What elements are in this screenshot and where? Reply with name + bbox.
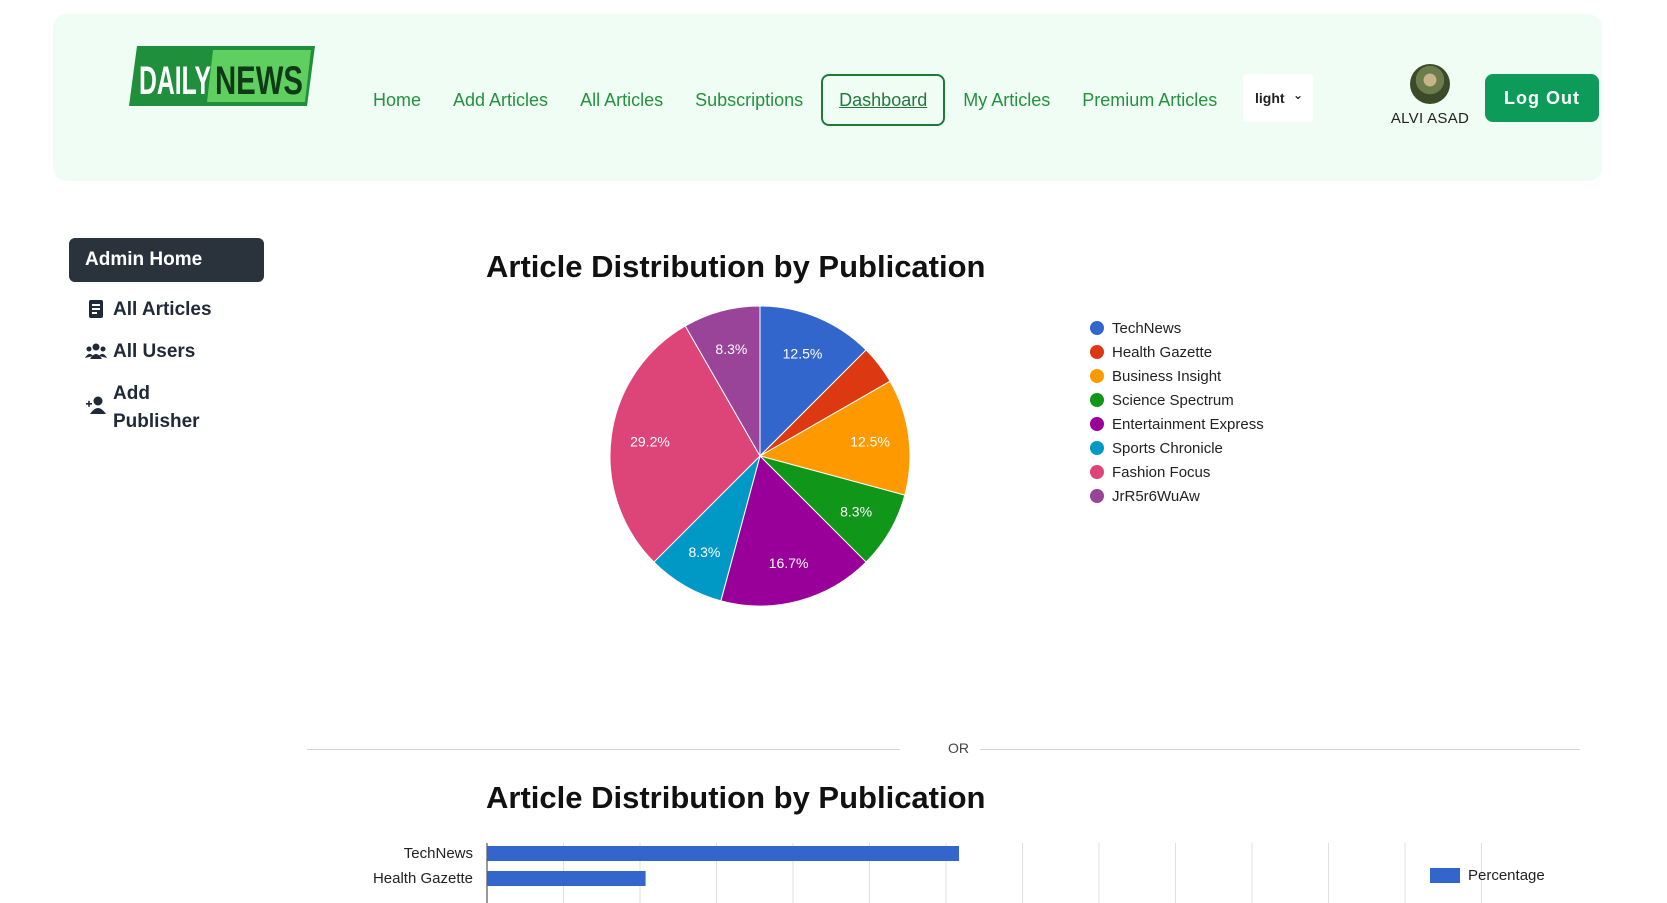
sidebar-item-add-publisher[interactable]: Add Publisher	[69, 380, 264, 436]
legend-item[interactable]: Business Insight	[1090, 364, 1264, 388]
bar-legend: Percentage	[1430, 867, 1545, 884]
user-profile[interactable]: ALVI ASAD	[1375, 64, 1485, 127]
sidebar-item-label: Add Publisher	[113, 383, 200, 432]
bar-legend-label: Percentage	[1468, 867, 1545, 884]
legend-label: Sports Chronicle	[1112, 439, 1223, 457]
nav-links: Home Add Articles All Articles Subscript…	[357, 74, 1233, 126]
logout-button[interactable]: Log Out	[1485, 74, 1599, 122]
legend-item[interactable]: Health Gazette	[1090, 340, 1264, 364]
divider-left	[307, 749, 900, 750]
avatar[interactable]	[1410, 64, 1450, 104]
pie-legend: TechNews Health Gazette Business Insight Sc…	[1090, 316, 1264, 508]
navbar: DAILY NEWS Home Add Articles All Article…	[53, 14, 1602, 181]
bar-category-label: Health Gazette	[373, 870, 473, 887]
legend-item[interactable]: Fashion Focus	[1090, 460, 1264, 484]
legend-label: Health Gazette	[1112, 343, 1213, 361]
sidebar-item-admin-home[interactable]: Admin Home	[69, 238, 264, 282]
nav-all-articles[interactable]: All Articles	[564, 76, 679, 124]
sidebar-item-label: All Articles	[113, 299, 212, 320]
legend-swatch	[1090, 417, 1104, 431]
pie-slice-label: 16.7%	[769, 555, 809, 571]
legend-label: Business Insight	[1112, 367, 1222, 385]
legend-item[interactable]: Sports Chronicle	[1090, 436, 1264, 460]
daily-news-logo[interactable]: DAILY NEWS	[129, 46, 315, 106]
sidebar-item-all-articles[interactable]: All Articles	[69, 296, 264, 324]
bar-category-label: TechNews	[404, 845, 473, 862]
legend-swatch	[1090, 393, 1104, 407]
sidebar-item-all-users[interactable]: All Users	[69, 338, 264, 366]
legend-label: Science Spectrum	[1112, 391, 1234, 409]
legend-item[interactable]: Entertainment Express	[1090, 412, 1264, 436]
bar-technews[interactable]	[487, 846, 959, 861]
pie-slice-label: 8.3%	[715, 341, 747, 357]
pie-slice-label: 8.3%	[840, 504, 872, 520]
bar-chart-title: Article Distribution by Publication	[486, 780, 986, 815]
nav-home[interactable]: Home	[357, 76, 437, 124]
legend-label: JrR5r6WuAw	[1112, 487, 1200, 505]
pie-slice-label: 8.3%	[688, 544, 720, 560]
legend-swatch	[1090, 321, 1104, 335]
nav-subscriptions[interactable]: Subscriptions	[679, 76, 819, 124]
legend-swatch	[1090, 345, 1104, 359]
svg-text:DAILY: DAILY	[139, 59, 211, 103]
theme-select-value: light	[1255, 90, 1285, 106]
pie-slice-label: 29.2%	[630, 433, 670, 449]
bar-chart: TechNews Health Gazette	[373, 843, 1482, 903]
pie-slice-label: 12.5%	[783, 345, 823, 361]
legend-item[interactable]: JrR5r6WuAw	[1090, 484, 1264, 508]
legend-label: TechNews	[1112, 319, 1182, 337]
legend-swatch	[1090, 441, 1104, 455]
legend-label: Fashion Focus	[1112, 463, 1211, 481]
legend-swatch	[1090, 489, 1104, 503]
nav-my-articles[interactable]: My Articles	[947, 76, 1066, 124]
divider-or: OR	[948, 740, 969, 756]
chevron-down-icon: ⌄	[1292, 88, 1303, 102]
users-icon	[85, 340, 107, 362]
add-user-icon	[85, 394, 107, 416]
pie-chart-title: Article Distribution by Publication	[486, 249, 986, 284]
nav-dashboard[interactable]: Dashboard	[821, 74, 946, 126]
theme-select[interactable]: light ⌄	[1243, 74, 1313, 122]
svg-text:NEWS: NEWS	[215, 59, 303, 103]
legend-swatch	[1090, 465, 1104, 479]
legend-item[interactable]: Science Spectrum	[1090, 388, 1264, 412]
divider-right	[980, 749, 1580, 750]
pie-slice-label: 12.5%	[850, 434, 890, 450]
article-icon	[85, 298, 107, 320]
legend-label: Entertainment Express	[1112, 415, 1264, 433]
bar-legend-swatch	[1430, 868, 1460, 883]
nav-premium-articles[interactable]: Premium Articles	[1066, 76, 1233, 124]
legend-swatch	[1090, 369, 1104, 383]
sidebar-item-label: All Users	[113, 341, 196, 362]
sidebar: Admin Home All Articles All Users Add Pu…	[69, 238, 264, 436]
user-name: ALVI ASAD	[1390, 110, 1470, 127]
bar-health-gazette[interactable]	[487, 871, 646, 886]
legend-item[interactable]: TechNews	[1090, 316, 1264, 340]
pie-chart: 12.5% 12.5% 8.3% 16.7% 8.3% 29.2% 8.3%	[609, 305, 911, 607]
nav-add-articles[interactable]: Add Articles	[437, 76, 564, 124]
